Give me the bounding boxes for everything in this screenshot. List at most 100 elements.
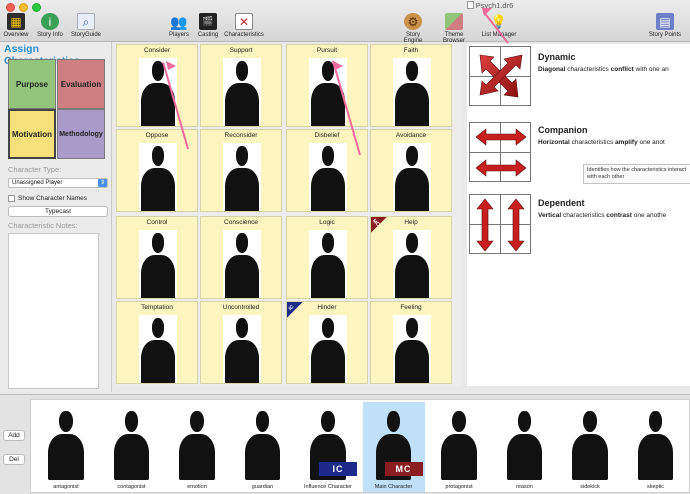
- mc-badge: MC: [384, 462, 423, 476]
- characteristic-photo: [139, 230, 177, 298]
- person-silhouette-icon: [393, 143, 431, 211]
- characteristic-cell[interactable]: Pursuit: [286, 44, 368, 127]
- characteristic-cell[interactable]: Support: [200, 44, 282, 127]
- characteristic-photo: [309, 315, 347, 383]
- quad-methodology[interactable]: Methodology: [57, 109, 105, 159]
- player-item[interactable]: sidekick: [559, 402, 621, 492]
- toolbar-overview-button[interactable]: ▦ Overview: [3, 13, 29, 38]
- characteristic-label: Support: [229, 47, 253, 54]
- toolbar-storyguide-button[interactable]: ⌕ StoryGuide: [70, 13, 102, 38]
- toolbar-storyguide-label: StoryGuide: [70, 32, 101, 38]
- characteristic-label: Logic: [319, 219, 335, 226]
- companion-title: Companion: [538, 125, 588, 135]
- characteristic-cell[interactable]: Help MC: [370, 216, 452, 299]
- person-silhouette-icon: [505, 408, 545, 481]
- toolbar-players-button[interactable]: 👥 Players: [166, 13, 192, 39]
- toolbar-story-engine-button[interactable]: ⚙ Story Engine: [396, 13, 430, 44]
- player-name: Main Character: [374, 484, 413, 490]
- toolbar-story-info-button[interactable]: i Story Info: [35, 13, 65, 38]
- characteristic-notes-label: Characteristic Notes:: [8, 221, 78, 230]
- person-silhouette-icon: [46, 408, 86, 481]
- story-points-icon: ▤: [656, 13, 674, 30]
- player-photo: [636, 408, 676, 481]
- player-photo: [243, 408, 283, 481]
- person-silhouette-icon: [636, 408, 676, 481]
- characteristic-cell[interactable]: Control: [116, 216, 198, 299]
- checkbox-box[interactable]: [8, 195, 15, 202]
- toolbar-story-points-button[interactable]: ▤ Story Points: [646, 13, 684, 38]
- delete-player-button[interactable]: Del: [3, 454, 25, 465]
- person-silhouette-icon: [223, 315, 261, 383]
- close-window-button[interactable]: [6, 3, 15, 12]
- player-photo: [439, 408, 479, 481]
- player-name: protagonist: [445, 484, 473, 490]
- characteristic-label: Feeling: [400, 304, 422, 311]
- player-item[interactable]: MC Main Character: [362, 402, 425, 492]
- characteristic-cell[interactable]: Conscience: [200, 216, 282, 299]
- show-character-names-checkbox[interactable]: Show Character Names: [8, 195, 87, 202]
- quad-purpose[interactable]: Purpose: [8, 59, 56, 109]
- zoom-window-button[interactable]: [32, 3, 41, 12]
- dynamic-diagram: [469, 46, 531, 106]
- window-toolbar: Psych1.dr6 ▦ Overview i Story Info ⌕ Sto…: [0, 0, 690, 44]
- characteristic-cell[interactable]: Temptation: [116, 301, 198, 384]
- player-item[interactable]: guardian: [232, 402, 294, 492]
- companion-description: Horizontal characteristics amplify one a…: [538, 139, 665, 146]
- relationships-panel: Dynamic Diagonal characteristics conflic…: [467, 44, 690, 386]
- person-silhouette-icon: [309, 143, 347, 211]
- person-silhouette-icon: [393, 315, 431, 383]
- characteristic-cell[interactable]: Feeling: [370, 301, 452, 384]
- person-silhouette-icon: [112, 408, 152, 481]
- characteristic-cell[interactable]: Consider: [116, 44, 198, 127]
- player-photo: [570, 408, 610, 481]
- characteristic-label: Conscience: [224, 219, 258, 226]
- player-item[interactable]: skeptic: [625, 402, 687, 492]
- characteristic-cell[interactable]: Reconsider: [200, 129, 282, 212]
- horizontal-arrows-icon: [475, 128, 527, 177]
- person-silhouette-icon: [139, 143, 177, 211]
- characteristic-label: Faith: [403, 47, 419, 54]
- player-photo: [46, 408, 86, 481]
- typecast-button[interactable]: Typecast: [8, 206, 108, 217]
- add-player-button[interactable]: Add: [3, 430, 25, 441]
- player-item[interactable]: antagonist: [35, 402, 97, 492]
- characteristic-photo: [393, 230, 431, 298]
- characteristic-notes-textarea[interactable]: [8, 233, 99, 389]
- tooltip: Identifies how the characteristics inter…: [583, 164, 690, 184]
- document-icon: [466, 1, 474, 9]
- person-silhouette-icon: [139, 230, 177, 298]
- info-icon: i: [41, 13, 59, 30]
- person-silhouette-icon: [439, 408, 479, 481]
- quad-evaluation[interactable]: Evaluation: [57, 59, 105, 109]
- dependent-desc-text2: one anothe: [631, 212, 667, 219]
- toolbar-story-info-label: Story Info: [37, 32, 63, 38]
- show-character-names-label: Show Character Names: [18, 195, 87, 202]
- person-silhouette-icon: [393, 230, 431, 298]
- mc-badge-text: MC: [371, 218, 381, 228]
- toolbar-characteristics-button[interactable]: ✕ Characteristics: [224, 13, 264, 38]
- dynamic-description: Diagonal characteristics conflict with o…: [538, 66, 669, 73]
- characteristic-cell[interactable]: Hinder IC: [286, 301, 368, 384]
- player-name: contagonist: [117, 484, 146, 490]
- toolbar-theme-browser-label: Theme Browser: [442, 32, 465, 44]
- characteristic-cell[interactable]: Uncontrolled: [200, 301, 282, 384]
- dependent-diagram: [469, 194, 531, 254]
- toolbar-characteristics-label: Characteristics: [224, 32, 264, 38]
- minimize-window-button[interactable]: [19, 3, 28, 12]
- player-item[interactable]: protagonist: [428, 402, 490, 492]
- player-name: reason: [516, 484, 533, 490]
- toolbar-theme-browser-button[interactable]: Theme Browser: [433, 13, 475, 44]
- dynamic-desc-bold1: Diagonal: [538, 66, 566, 73]
- toolbar-casting-button[interactable]: 🎬 Casting: [195, 13, 221, 38]
- player-item[interactable]: IC Influence Character: [297, 402, 359, 492]
- characteristic-cell[interactable]: Avoidance: [370, 129, 452, 212]
- characteristic-cell[interactable]: Faith: [370, 44, 452, 127]
- person-silhouette-icon: [570, 408, 610, 481]
- player-item[interactable]: emotion: [166, 402, 228, 492]
- chevron-down-icon: ⇕: [98, 179, 107, 187]
- character-type-select[interactable]: Unassigned Player ⇕: [8, 178, 108, 188]
- quad-motivation[interactable]: Motivation: [8, 109, 56, 159]
- characteristic-cell[interactable]: Logic: [286, 216, 368, 299]
- player-item[interactable]: reason: [494, 402, 556, 492]
- player-item[interactable]: contagonist: [101, 402, 163, 492]
